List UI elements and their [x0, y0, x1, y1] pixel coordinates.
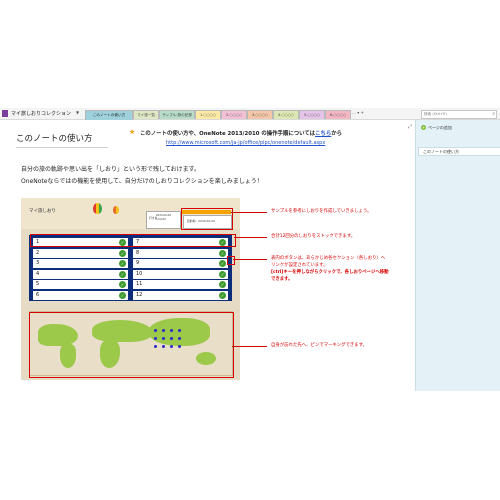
help-link[interactable]: こちら: [315, 131, 331, 137]
bookmark-slot[interactable]: 11 ✓: [133, 280, 228, 289]
slot-number: 3: [36, 260, 40, 266]
balloon-icon: [93, 203, 102, 214]
bookmark-slot[interactable]: 8 ✓: [133, 248, 228, 258]
annotation-line: 表内のボタンは、あらかじめ各セクション（各しおり）へ: [271, 256, 386, 261]
link-button-icon[interactable]: ✓: [219, 249, 226, 257]
balloon-icon: [113, 206, 119, 214]
image-header-title: マイ旅しおり: [29, 209, 56, 214]
highlight-link-button: [227, 256, 235, 265]
callout-line: [233, 259, 267, 260]
annotation-line-bold: できます。: [271, 276, 389, 283]
link-button-icon[interactable]: ✓: [119, 260, 126, 267]
intro-line-2: OneNoteならではの機能を使用して、自分だけのしおりコレクションを楽しみまし…: [21, 178, 263, 185]
destination-card: 行き先 2015-XX-XX ~XX-XX: [146, 211, 181, 229]
bookmark-slot[interactable]: 3 ✓: [33, 259, 128, 268]
help-note-text: このノートの使い方や、OneNote 2013/2010 の操作手順については: [140, 131, 316, 137]
slot-number: 5: [36, 281, 40, 287]
top-bar: マイ旅しおりコレクション ▼ このノートの使い方 マイ旅一覧 サンプル:旅の記録…: [0, 108, 500, 120]
page-title[interactable]: このノートの使い方: [16, 132, 93, 144]
page-list-item[interactable]: このノートの使い方: [418, 147, 500, 156]
slot-number: 10: [136, 270, 143, 277]
link-button-icon[interactable]: ✓: [119, 291, 126, 299]
annotation-sample: サンプルを参考にしおりを作成していきましょう。: [271, 209, 372, 214]
slot-number: 4: [36, 270, 40, 277]
slot-number: 11: [136, 281, 143, 287]
bookmark-slot[interactable]: 5 ✓: [33, 280, 128, 289]
search-icon[interactable]: ⌕: [492, 111, 495, 117]
bookmark-slot[interactable]: 9 ✓: [133, 259, 228, 268]
card-dates: 2015-XX-XX ~XX-XX: [156, 214, 171, 222]
notebook-title[interactable]: マイ旅しおりコレクション: [11, 110, 71, 117]
highlight-map: [29, 312, 234, 378]
bookmark-slot[interactable]: 4 ✓: [33, 269, 128, 279]
tab-how-to-use[interactable]: このノートの使い方: [85, 110, 133, 120]
callout-line: [231, 212, 267, 213]
slot-number: 9: [136, 260, 140, 266]
tab-trip-list[interactable]: マイ旅一覧: [133, 110, 159, 119]
tab-sample-record[interactable]: サンプル:旅の記録: [159, 110, 195, 119]
link-button-icon[interactable]: ✓: [119, 270, 126, 278]
bookmark-slot[interactable]: 12 ✓: [133, 290, 228, 300]
slot-number: 12: [136, 291, 143, 298]
notebook-icon: [2, 110, 8, 117]
search-input[interactable]: 検索 (Ctrl+E) ⌕: [421, 110, 497, 119]
annotation-line-bold: [ctrl]キーを押しながらクリックで、各しおりページへ移動: [271, 269, 389, 276]
link-button-icon[interactable]: ✓: [119, 249, 126, 257]
add-page-button[interactable]: + ページの追加: [421, 125, 452, 131]
bookmark-slot[interactable]: 6 ✓: [33, 290, 128, 300]
slot-number: 6: [36, 291, 40, 298]
star-icon: ★: [129, 128, 136, 136]
add-page-label: ページの追加: [428, 125, 452, 130]
intro-line-1: 自分の旅の軌跡や思い出を「しおり」という形で残しておけます。: [21, 166, 201, 173]
annotation-bold-text: できます。: [271, 277, 293, 282]
callout-line: [232, 346, 267, 347]
help-url-link[interactable]: http://www.microsoft.com/ja-jp/office/pi…: [166, 140, 325, 146]
card-date-from: 2015-XX-XX: [156, 214, 172, 217]
tab-section-1[interactable]: 1.○○○○: [195, 110, 221, 119]
link-button-icon[interactable]: ✓: [219, 291, 226, 299]
callout-line: [234, 237, 267, 238]
tab-section-3[interactable]: 3.○○○○: [247, 110, 273, 119]
annotation-bold-text: [ctrl]キーを押しながらクリックで、各しおりページへ移動: [271, 270, 389, 275]
intro-text: 自分の旅の軌跡や思い出を「しおり」という形で残しておけます。 OneNoteなら…: [21, 164, 263, 188]
more-tabs-icon[interactable]: … ▾ +: [352, 110, 364, 115]
page-list-pane: + ページの追加 このノートの使い方: [415, 120, 500, 391]
help-note: このノートの使い方や、OneNote 2013/2010 の操作手順についてはこ…: [140, 129, 342, 137]
tab-section-5[interactable]: 5.○○○○: [299, 110, 325, 119]
tab-section-6[interactable]: 6.○○○○: [325, 110, 351, 119]
link-button-icon[interactable]: ✓: [219, 270, 226, 278]
annotation-twelve-slots: 合計12回分のしおりをストックできます。: [271, 234, 356, 239]
annotation-map-pins: 自身が訪れた先へ、ピンでマーキングできます。: [271, 343, 368, 348]
title-divider: [16, 147, 108, 148]
slot-number: 8: [136, 249, 140, 256]
highlight-grid: [30, 234, 236, 247]
chevron-down-icon[interactable]: ▼: [76, 110, 79, 115]
card-date-to: ~XX-XX: [156, 218, 166, 221]
bookmark-slot[interactable]: 2 ✓: [33, 248, 128, 258]
plus-icon: +: [421, 125, 426, 130]
help-note-suffix: から: [331, 131, 343, 137]
annotation-link-buttons: 表内のボタンは、あらかじめ各セクション（各しおり）へ リンクが設定されています。…: [271, 255, 389, 283]
link-button-icon[interactable]: ✓: [219, 260, 226, 267]
search-placeholder: 検索 (Ctrl+E): [424, 112, 447, 116]
bookmark-slot[interactable]: 10 ✓: [133, 269, 228, 279]
onenote-window: マイ旅しおりコレクション ▼ このノートの使い方 マイ旅一覧 サンプル:旅の記録…: [0, 108, 500, 391]
annotation-line: リンクが設定されています。: [271, 263, 328, 268]
tab-section-2[interactable]: 2.○○○○: [221, 110, 247, 119]
page-list-item-label: このノートの使い方: [423, 149, 459, 154]
link-button-icon[interactable]: ✓: [119, 281, 126, 288]
link-button-icon[interactable]: ✓: [219, 281, 226, 288]
highlight-sample-card: [181, 208, 233, 230]
expand-icon[interactable]: ⤢: [408, 124, 412, 130]
slot-number: 2: [36, 249, 40, 256]
tab-section-4[interactable]: 4.○○○○: [273, 110, 299, 119]
